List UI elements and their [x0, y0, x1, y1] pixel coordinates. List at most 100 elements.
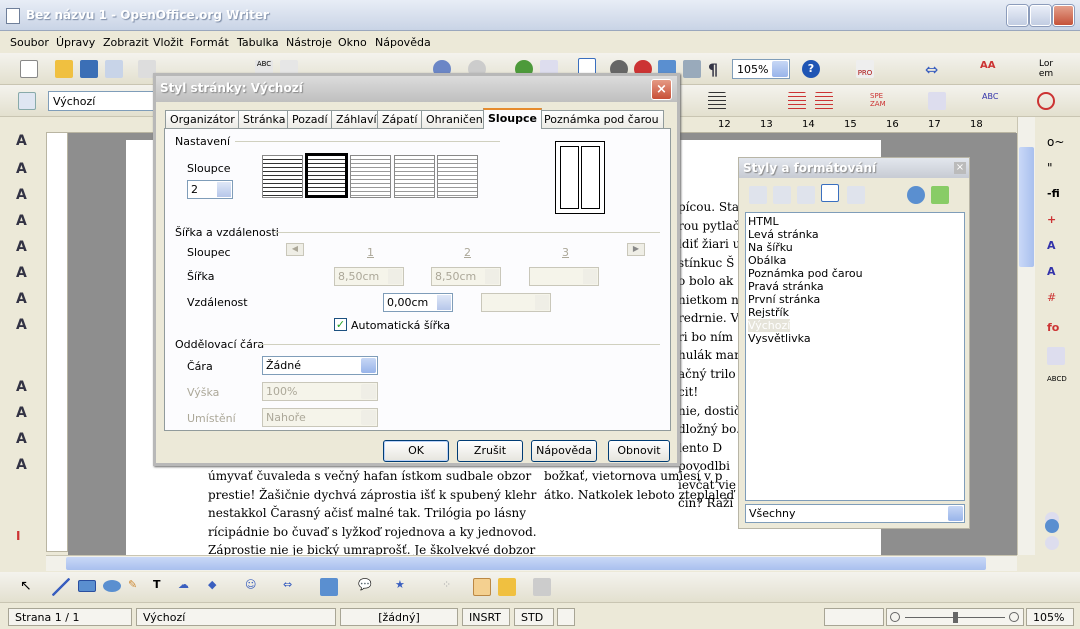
open-icon[interactable]	[55, 60, 73, 78]
decrease-indent-icon[interactable]	[788, 92, 806, 110]
stepper-arrows-icon[interactable]	[388, 269, 402, 284]
column-2-width-field[interactable]: 8,50cm	[431, 267, 501, 286]
datasource-icon[interactable]	[683, 60, 701, 78]
spell-zam-icon[interactable]: SPE ZAM	[870, 92, 888, 110]
callouts-icon[interactable]: 💬	[358, 578, 376, 596]
arrows-icon[interactable]: ⇔	[925, 60, 943, 79]
tab-footnote[interactable]: Poznámka pod čarou	[539, 110, 664, 128]
page-styles-icon[interactable]	[821, 184, 839, 202]
menu-nastroje[interactable]: Nástroje	[286, 36, 332, 49]
fontwork-icon-12[interactable]: A	[16, 457, 34, 475]
abcd-icon[interactable]: ABCD	[1047, 375, 1067, 393]
next-page-icon[interactable]	[1045, 536, 1059, 550]
increase-indent-icon[interactable]	[815, 92, 833, 110]
points-icon[interactable]: ⁘	[442, 578, 460, 596]
sort-icon[interactable]: A	[1047, 239, 1065, 257]
paragraph-style-select[interactable]: Výchozí	[48, 91, 158, 111]
list-item[interactable]: Poznámka pod čarou	[748, 267, 863, 280]
fontwork-icon-1[interactable]: A	[16, 133, 34, 151]
dialog-close-button[interactable]: ×	[651, 79, 672, 100]
scroll-thumb[interactable]	[66, 557, 986, 570]
reset-button[interactable]: Obnovit	[608, 440, 670, 462]
tab-footer[interactable]: Zápatí	[377, 110, 423, 128]
list-item[interactable]: HTML	[748, 215, 779, 228]
zoom-slider[interactable]	[886, 608, 1024, 626]
block-arrows-icon[interactable]: ⇔	[283, 578, 301, 596]
tab-background[interactable]: Pozadí	[287, 110, 333, 128]
ellipse-icon[interactable]	[103, 580, 121, 592]
basic-shapes-icon[interactable]: ◆	[208, 578, 226, 596]
auto-width-checkbox[interactable]: ✓	[334, 318, 347, 331]
zoom-thumb[interactable]	[953, 612, 958, 623]
sort-ascending-icon[interactable]: A	[1047, 265, 1065, 283]
field-icon[interactable]	[1047, 347, 1065, 365]
fontwork-icon-9[interactable]: A	[16, 379, 34, 397]
close-button[interactable]	[1053, 5, 1074, 26]
text-icon[interactable]: T	[153, 578, 171, 596]
line-icon[interactable]	[52, 578, 70, 596]
zoom-status[interactable]: 105%	[1026, 608, 1074, 626]
column-1-width-field[interactable]: 8,50cm	[334, 267, 404, 286]
tab-page[interactable]: Stránka	[238, 110, 291, 128]
font-preview[interactable]: Lor em	[1032, 59, 1060, 79]
list-item[interactable]: Pravá stránka	[748, 280, 824, 293]
tab-borders[interactable]: Ohraničení	[421, 110, 491, 128]
list-item[interactable]: První stránka	[748, 293, 820, 306]
column-preset-1[interactable]	[262, 155, 303, 198]
fill-format-icon[interactable]	[907, 186, 925, 204]
plus-minus-icon[interactable]: +	[1047, 213, 1065, 231]
view-layout-icons[interactable]	[824, 608, 884, 626]
ok-button[interactable]: OK	[383, 440, 449, 462]
help-icon[interactable]: ?	[802, 60, 820, 78]
fontwork-icon-6[interactable]: A	[16, 265, 34, 283]
styles-icon[interactable]	[18, 92, 36, 110]
menu-format[interactable]: Formát	[190, 36, 229, 49]
fontwork-icon-8[interactable]: A	[16, 317, 34, 335]
language-status[interactable]: [žádný]	[340, 608, 458, 626]
font-size-icon[interactable]: AA	[980, 60, 998, 78]
fontwork-icon-4[interactable]: A	[16, 213, 34, 231]
text-direction-icon[interactable]: I	[16, 529, 34, 547]
styles-list[interactable]: HTML Levá stránka Na šířku Obálka Poznám…	[745, 212, 965, 501]
frame-styles-icon[interactable]	[797, 186, 815, 204]
minimize-button[interactable]	[1007, 5, 1028, 26]
rectangle-icon[interactable]	[78, 580, 96, 592]
formatting-marks-icon[interactable]	[928, 92, 946, 110]
arrow-left-icon[interactable]: ◀	[286, 243, 304, 256]
column-preset-4[interactable]	[394, 155, 435, 198]
paragraph-styles-icon[interactable]	[749, 186, 767, 204]
fontwork-icon-3[interactable]: A	[16, 187, 34, 205]
spacing-field[interactable]: 0,00cm	[383, 293, 453, 312]
stepper-arrows-icon[interactable]	[535, 295, 549, 310]
freeform-icon[interactable]: ✎	[128, 578, 146, 596]
number-icon[interactable]: #	[1047, 291, 1065, 309]
email-icon[interactable]	[105, 60, 123, 78]
column-preset-3[interactable]	[350, 155, 391, 198]
position-select[interactable]: Nahoře	[262, 408, 378, 427]
fontwork-gallery-icon[interactable]	[473, 578, 491, 596]
save-icon[interactable]	[80, 60, 98, 78]
nonprinting-chars-icon[interactable]: ¶	[708, 60, 726, 79]
navigation-icon[interactable]	[1045, 519, 1059, 533]
list-item[interactable]: Rejstřík	[748, 306, 789, 319]
menu-napoveda[interactable]: Nápověda	[375, 36, 431, 49]
tab-header[interactable]: Záhlaví	[331, 110, 382, 128]
selection-mode-status[interactable]: STD	[514, 608, 554, 626]
column-preset-2[interactable]	[305, 153, 348, 198]
zoom-select[interactable]: 105%	[732, 59, 790, 79]
select-icon[interactable]: ↖	[20, 578, 38, 596]
character-styles-icon[interactable]	[773, 186, 791, 204]
column-3-width-field[interactable]	[529, 267, 599, 286]
menu-upravy[interactable]: Úpravy	[56, 36, 95, 49]
quotes-icon[interactable]: "	[1047, 161, 1065, 179]
fontwork-icon-2[interactable]: A	[16, 161, 34, 179]
fontwork-icon-11[interactable]: A	[16, 431, 34, 449]
arrow-right-icon[interactable]: ▶	[627, 243, 645, 256]
pro-icon[interactable]: PRO	[856, 60, 874, 78]
columns-count-stepper[interactable]: 2	[187, 180, 233, 199]
zoom-out-icon[interactable]	[890, 612, 900, 622]
new-style-icon[interactable]	[931, 186, 949, 204]
list-item[interactable]: Na šířku	[748, 241, 793, 254]
menu-soubor[interactable]: Soubor	[10, 36, 49, 49]
horizontal-scrollbar[interactable]	[46, 555, 1017, 571]
